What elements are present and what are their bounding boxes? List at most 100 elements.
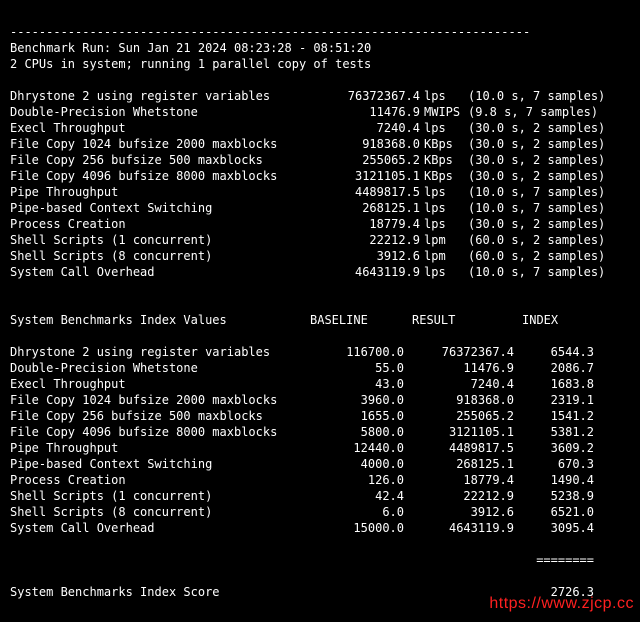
result-value: 268125.1 xyxy=(310,200,424,216)
index-index: 5381.2 xyxy=(522,424,594,440)
index-row: File Copy 1024 bufsize 2000 maxblocks396… xyxy=(10,392,630,408)
result-row: Shell Scripts (1 concurrent)22212.9lpm(6… xyxy=(10,232,630,248)
index-index: 1490.4 xyxy=(522,472,594,488)
result-name: Pipe-based Context Switching xyxy=(10,200,310,216)
result-value: 11476.9 xyxy=(310,104,424,120)
benchmark-run-line: Benchmark Run: Sun Jan 21 2024 08:23:28 … xyxy=(10,41,371,55)
result-name: Shell Scripts (1 concurrent) xyxy=(10,232,310,248)
result-name: Double-Precision Whetstone xyxy=(10,104,310,120)
index-header-row: System Benchmarks Index ValuesBASELINERE… xyxy=(10,312,630,328)
index-baseline: 15000.0 xyxy=(310,520,412,536)
result-value: 255065.2 xyxy=(310,152,424,168)
index-index: 6544.3 xyxy=(522,344,594,360)
index-name: System Call Overhead xyxy=(10,520,310,536)
index-header-name: System Benchmarks Index Values xyxy=(10,312,310,328)
cpu-line: 2 CPUs in system; running 1 parallel cop… xyxy=(10,57,371,71)
result-unit: KBps xyxy=(424,136,468,152)
index-index: 1541.2 xyxy=(522,408,594,424)
index-index: 2086.7 xyxy=(522,360,594,376)
index-name: Shell Scripts (1 concurrent) xyxy=(10,488,310,504)
index-baseline: 6.0 xyxy=(310,504,412,520)
result-config: (30.0 s, 2 samples) xyxy=(468,168,605,184)
result-value: 76372367.4 xyxy=(310,88,424,104)
result-name: Process Creation xyxy=(10,216,310,232)
result-config: (60.0 s, 2 samples) xyxy=(468,232,605,248)
watermark-url: https://www.zjcp.cc xyxy=(489,596,634,612)
result-value: 18779.4 xyxy=(310,216,424,232)
index-name: File Copy 1024 bufsize 2000 maxblocks xyxy=(10,392,310,408)
result-unit: lps xyxy=(424,184,468,200)
result-name: Pipe Throughput xyxy=(10,184,310,200)
index-index: 2319.1 xyxy=(522,392,594,408)
index-result: 4489817.5 xyxy=(412,440,522,456)
result-row: File Copy 1024 bufsize 2000 maxblocks918… xyxy=(10,136,630,152)
index-result: 11476.9 xyxy=(412,360,522,376)
index-index: 3609.2 xyxy=(522,440,594,456)
result-config: (10.0 s, 7 samples) xyxy=(468,184,605,200)
result-row: File Copy 4096 bufsize 8000 maxblocks312… xyxy=(10,168,630,184)
index-baseline: 3960.0 xyxy=(310,392,412,408)
index-name: Process Creation xyxy=(10,472,310,488)
result-unit: KBps xyxy=(424,152,468,168)
result-value: 3912.6 xyxy=(310,248,424,264)
index-row: Pipe Throughput12440.04489817.53609.2 xyxy=(10,440,630,456)
result-value: 4643119.9 xyxy=(310,264,424,280)
result-unit: lps xyxy=(424,200,468,216)
result-name: Shell Scripts (8 concurrent) xyxy=(10,248,310,264)
result-unit: MWIPS xyxy=(424,104,468,120)
result-unit: lps xyxy=(424,120,468,136)
index-row: Shell Scripts (1 concurrent)42.422212.95… xyxy=(10,488,630,504)
result-unit: lps xyxy=(424,216,468,232)
index-name: Pipe Throughput xyxy=(10,440,310,456)
result-name: File Copy 1024 bufsize 2000 maxblocks xyxy=(10,136,310,152)
index-row: Process Creation126.018779.41490.4 xyxy=(10,472,630,488)
index-result: 3912.6 xyxy=(412,504,522,520)
result-value: 7240.4 xyxy=(310,120,424,136)
index-result: 7240.4 xyxy=(412,376,522,392)
index-result: 4643119.9 xyxy=(412,520,522,536)
score-divider-row: ======== xyxy=(10,552,630,568)
index-row: File Copy 4096 bufsize 8000 maxblocks580… xyxy=(10,424,630,440)
result-config: (10.0 s, 7 samples) xyxy=(468,200,605,216)
result-row: System Call Overhead4643119.9lps(10.0 s,… xyxy=(10,264,630,280)
index-row: Shell Scripts (8 concurrent)6.03912.6652… xyxy=(10,504,630,520)
index-row: Dhrystone 2 using register variables1167… xyxy=(10,344,630,360)
index-result: 22212.9 xyxy=(412,488,522,504)
index-index: 5238.9 xyxy=(522,488,594,504)
index-baseline: 43.0 xyxy=(310,376,412,392)
result-unit: lpm xyxy=(424,248,468,264)
index-header-result: RESULT xyxy=(412,312,522,328)
index-index: 6521.0 xyxy=(522,504,594,520)
index-header-baseline: BASELINE xyxy=(310,312,412,328)
result-row: Dhrystone 2 using register variables7637… xyxy=(10,88,630,104)
index-name: File Copy 256 bufsize 500 maxblocks xyxy=(10,408,310,424)
result-name: Dhrystone 2 using register variables xyxy=(10,88,310,104)
index-result: 918368.0 xyxy=(412,392,522,408)
index-name: Dhrystone 2 using register variables xyxy=(10,344,310,360)
index-result: 255065.2 xyxy=(412,408,522,424)
result-row: Pipe-based Context Switching268125.1lps(… xyxy=(10,200,630,216)
result-row: Process Creation18779.4lps(30.0 s, 2 sam… xyxy=(10,216,630,232)
result-config: (30.0 s, 2 samples) xyxy=(468,136,605,152)
result-name: File Copy 256 bufsize 500 maxblocks xyxy=(10,152,310,168)
score-divider: ======== xyxy=(522,552,594,568)
result-unit: lps xyxy=(424,264,468,280)
index-baseline: 42.4 xyxy=(310,488,412,504)
index-baseline: 12440.0 xyxy=(310,440,412,456)
result-config: (60.0 s, 2 samples) xyxy=(468,248,605,264)
index-row: File Copy 256 bufsize 500 maxblocks1655.… xyxy=(10,408,630,424)
result-row: Double-Precision Whetstone11476.9MWIPS(9… xyxy=(10,104,630,120)
raw-results-block: Dhrystone 2 using register variables7637… xyxy=(10,88,630,280)
result-row: Execl Throughput7240.4lps(30.0 s, 2 samp… xyxy=(10,120,630,136)
index-name: Pipe-based Context Switching xyxy=(10,456,310,472)
terminal-output: ----------------------------------------… xyxy=(0,0,640,622)
result-unit: lps xyxy=(424,88,468,104)
divider-top: ----------------------------------------… xyxy=(10,25,530,39)
result-config: (30.0 s, 2 samples) xyxy=(468,216,605,232)
index-name: Double-Precision Whetstone xyxy=(10,360,310,376)
result-name: System Call Overhead xyxy=(10,264,310,280)
index-baseline: 116700.0 xyxy=(310,344,412,360)
result-name: File Copy 4096 bufsize 8000 maxblocks xyxy=(10,168,310,184)
index-values-block: Dhrystone 2 using register variables1167… xyxy=(10,344,630,536)
index-index: 3095.4 xyxy=(522,520,594,536)
